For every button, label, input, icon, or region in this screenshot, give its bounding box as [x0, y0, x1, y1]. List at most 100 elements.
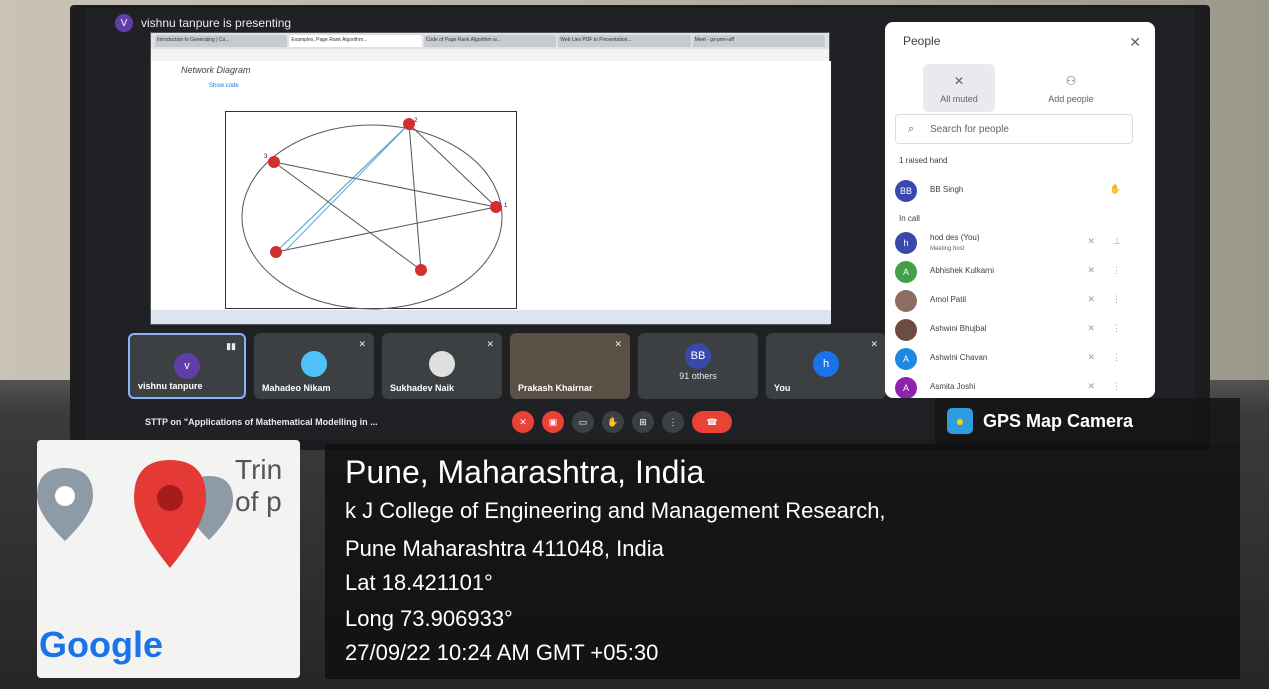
- participant-tile[interactable]: ✕ Mahadeo Nikam: [254, 333, 374, 399]
- more-icon[interactable]: ⋮: [1112, 265, 1121, 276]
- participant-row[interactable]: A Ashwini Chavan ✕ ⋮: [893, 346, 1143, 372]
- participant-tiles: ▮▮ v vishnu tanpure ✕ Mahadeo Nikam ✕ Su…: [128, 333, 886, 399]
- presenter-avatar: V: [115, 14, 133, 32]
- participant-name: Mahadeo Nikam: [262, 383, 331, 393]
- participant-tile-self[interactable]: ✕ h You: [766, 333, 886, 399]
- windows-taskbar: [151, 310, 831, 324]
- participant-row[interactable]: Amol Patil ✕ ⋮: [893, 288, 1143, 314]
- captions-button[interactable]: ▭: [572, 411, 594, 433]
- mic-off-icon: ✕: [953, 74, 965, 88]
- mic-off-icon: ✕: [1087, 294, 1095, 304]
- browser-tab[interactable]: Examples, Page Rank Algorithm...: [289, 35, 422, 47]
- add-person-icon: ⚇: [1065, 74, 1077, 88]
- shared-screen: Introduction to Generating | Co... Examp…: [150, 32, 831, 325]
- mic-toggle-button[interactable]: ✕: [512, 411, 534, 433]
- browser-tab[interactable]: Web Lies PDF to Presentation...: [558, 35, 691, 47]
- browser-tab[interactable]: Meet - gs-pmn-aff: [692, 35, 826, 47]
- mic-off-icon: ✕: [358, 339, 366, 349]
- participant-name: You: [774, 383, 791, 393]
- participant-name: hod des (You): [930, 233, 980, 242]
- meeting-title: STTP on "Applications of Mathematical Mo…: [145, 417, 378, 427]
- present-button[interactable]: ⊞: [632, 411, 654, 433]
- participant-row[interactable]: A Abhishek Kulkarni ✕ ⋮: [893, 259, 1143, 285]
- gps-longitude: Long 73.906933°: [345, 606, 513, 631]
- hand-icon: ✋: [1109, 184, 1121, 194]
- participant-row[interactable]: Ashwini Bhujbal ✕ ⋮: [893, 317, 1143, 343]
- show-code-link[interactable]: Show code: [209, 83, 239, 89]
- gps-address-line2: Pune Maharashtra 411048, India: [345, 536, 664, 561]
- search-people-input[interactable]: ⌕ Search for people: [895, 114, 1133, 144]
- participant-row[interactable]: BB BB Singh ✋: [893, 178, 1143, 204]
- mic-off-icon: ✕: [1087, 323, 1095, 333]
- notebook-area: Network Diagram Show code 2 3 1: [151, 61, 831, 311]
- participant-tile[interactable]: ✕ Prakash Khairnar: [510, 333, 630, 399]
- close-icon[interactable]: ✕: [1129, 34, 1141, 51]
- google-logo: Google: [39, 624, 163, 666]
- all-muted-button[interactable]: ✕ All muted: [923, 64, 995, 112]
- participant-name: Sukhadev Naik: [390, 383, 455, 393]
- participant-name: Abhishek Kulkarni: [930, 266, 995, 275]
- participant-tile[interactable]: ▮▮ v vishnu tanpure: [128, 333, 246, 399]
- gps-address-line1: k J College of Engineering and Managemen…: [345, 498, 886, 523]
- in-call-section: In call: [899, 214, 920, 223]
- participant-row[interactable]: h hod des (You) Meeting host ✕ ⊥: [893, 230, 1143, 256]
- speaking-icon: ▮▮: [226, 341, 236, 351]
- avatar: BB: [685, 343, 711, 369]
- address-bar[interactable]: [151, 49, 829, 61]
- participant-name: vishnu tanpure: [138, 381, 203, 391]
- mic-off-icon: ✕: [1087, 381, 1095, 391]
- more-icon[interactable]: ⋮: [1112, 352, 1121, 363]
- mic-off-icon: ✕: [1087, 236, 1095, 246]
- pin-icon[interactable]: ⊥: [1113, 236, 1121, 247]
- more-icon[interactable]: ⋮: [1112, 381, 1121, 392]
- graph-node: [268, 156, 280, 168]
- graph-node: [490, 201, 502, 213]
- map-marker-inner: [55, 486, 75, 506]
- participant-name: Asmita Joshi: [930, 382, 976, 391]
- participant-row[interactable]: A Asmita Joshi ✕ ⋮: [893, 375, 1143, 398]
- node-label: 1: [504, 203, 508, 209]
- leave-call-button[interactable]: ☎: [692, 411, 732, 433]
- avatar: [301, 351, 327, 377]
- participant-name: Prakash Khairnar: [518, 383, 593, 393]
- search-placeholder: Search for people: [930, 124, 1009, 135]
- participant-tile[interactable]: ✕ Sukhadev Naik: [382, 333, 502, 399]
- avatar: [895, 290, 917, 312]
- network-graph-svg: 2 3 1: [241, 118, 508, 310]
- raised-hand-section: 1 raised hand: [899, 156, 948, 165]
- browser-tab[interactable]: Introduction to Generating | Co...: [155, 35, 288, 47]
- add-people-label: Add people: [1048, 94, 1094, 104]
- others-count: 91 others: [679, 371, 717, 381]
- graph-node: [270, 246, 282, 258]
- more-icon: ⋮: [668, 416, 678, 427]
- avatar: A: [895, 261, 917, 283]
- gps-latitude: Lat 18.421101°: [345, 570, 493, 595]
- map-location-pin-icon: [134, 460, 206, 568]
- mic-off-icon: ✕: [870, 339, 878, 349]
- all-muted-label: All muted: [940, 94, 978, 104]
- more-icon[interactable]: ⋮: [1112, 294, 1121, 305]
- mic-off-icon: ✕: [614, 339, 622, 349]
- add-people-button[interactable]: ⚇ Add people: [1035, 64, 1107, 112]
- presenter-bar: V vishnu tanpure is presenting: [115, 12, 291, 34]
- presenting-text: vishnu tanpure is presenting: [141, 16, 292, 30]
- gps-camera-icon: ●: [947, 408, 973, 434]
- graph-node: [415, 264, 427, 276]
- present-icon: ⊞: [639, 416, 647, 427]
- google-logo-text: Google: [39, 624, 163, 665]
- more-options-button[interactable]: ⋮: [662, 411, 684, 433]
- avatar: h: [895, 232, 917, 254]
- avatar: [429, 351, 455, 377]
- hand-icon: ✋: [607, 416, 619, 427]
- participant-role: Meeting host: [930, 246, 965, 252]
- camera-toggle-button[interactable]: ▣: [542, 411, 564, 433]
- captions-icon: ▭: [578, 416, 588, 427]
- participant-name: BB Singh: [930, 185, 964, 194]
- more-icon[interactable]: ⋮: [1112, 323, 1121, 334]
- network-plot: 2 3 1: [225, 111, 517, 310]
- raise-hand-button[interactable]: ✋: [602, 411, 624, 433]
- gps-app-name: GPS Map Camera: [983, 410, 1134, 431]
- participant-tile-others[interactable]: BB 91 others: [638, 333, 758, 399]
- search-icon: ⌕: [908, 123, 915, 135]
- browser-tab[interactable]: Code of Page Rank Algorithm w...: [423, 35, 557, 47]
